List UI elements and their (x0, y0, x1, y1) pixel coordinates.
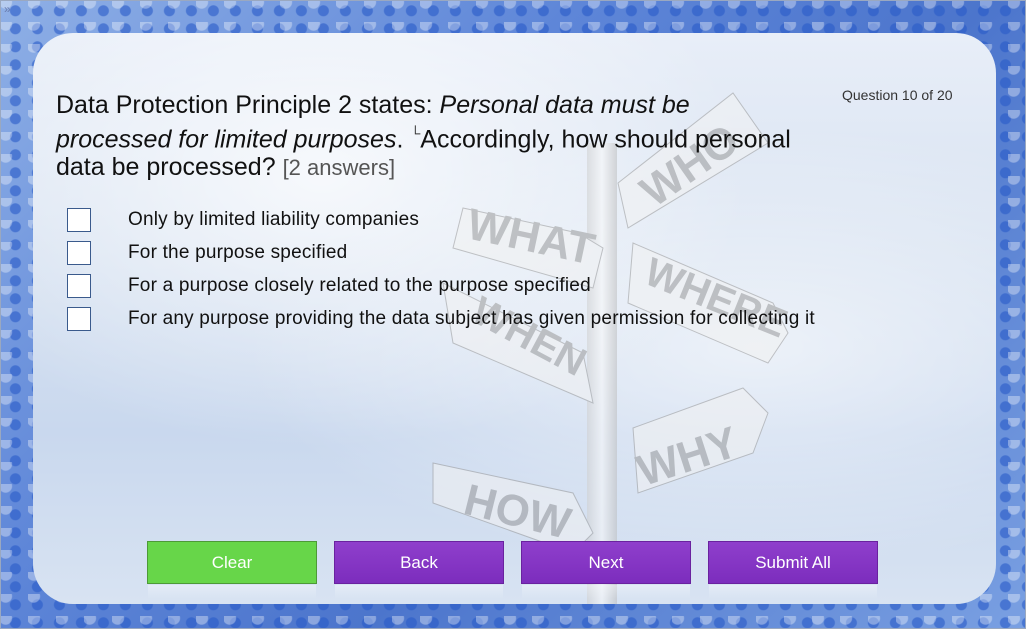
question-counter: Question 10 of 20 (842, 87, 953, 103)
answer-label[interactable]: For the purpose specified (128, 242, 347, 264)
question-prefix: Data Protection Principle 2 states: (56, 91, 440, 119)
answer-options: Only by limited liability companies For … (67, 203, 815, 335)
answer-label[interactable]: Only by limited liability companies (128, 209, 419, 231)
quiz-card: WHO WHAT WHERE WHEN WHY HOW Question 10 … (33, 33, 996, 604)
question-period: . (396, 125, 404, 154)
question-text: Data Protection Principle 2 states: Pers… (56, 91, 796, 182)
back-button[interactable]: Back (334, 541, 504, 599)
clear-button[interactable]: Clear (147, 541, 317, 599)
answer-count-hint: [2 answers] (282, 155, 396, 181)
signpost-word: HOW (459, 475, 576, 549)
expand-icon[interactable]: » (4, 1, 11, 17)
answer-checkbox[interactable] (67, 240, 91, 265)
answer-label[interactable]: For any purpose providing the data subje… (128, 308, 815, 330)
answer-option: For the purpose specified (67, 236, 815, 269)
corner-mark: └ (410, 125, 421, 141)
next-button[interactable]: Next (521, 541, 691, 599)
answer-checkbox[interactable] (67, 306, 91, 331)
answer-checkbox[interactable] (67, 207, 91, 232)
answer-option: For a purpose closely related to the pur… (67, 269, 815, 302)
submit-all-button[interactable]: Submit All (708, 541, 878, 599)
answer-label[interactable]: For a purpose closely related to the pur… (128, 275, 591, 297)
answer-checkbox[interactable] (67, 273, 91, 298)
answer-option: Only by limited liability companies (67, 203, 815, 236)
action-buttons: Clear Back Next Submit All (147, 541, 895, 599)
answer-option: For any purpose providing the data subje… (67, 302, 815, 335)
